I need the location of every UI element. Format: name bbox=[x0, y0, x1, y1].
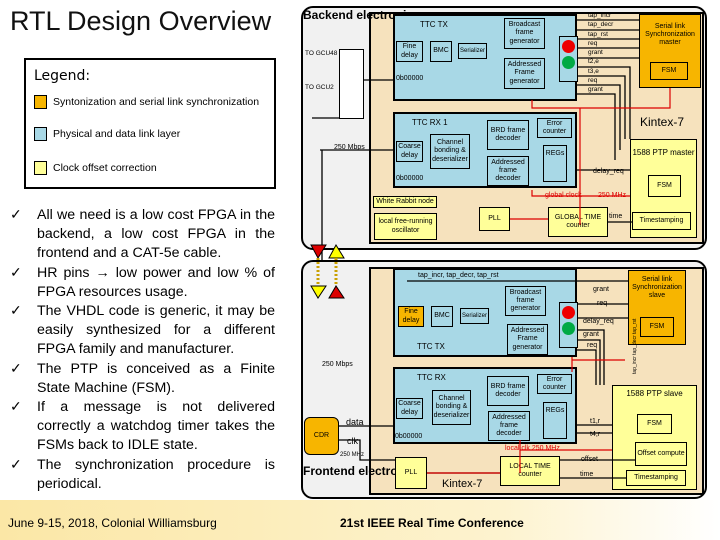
tap-bus-label: tap_incr, tap_decr, tap_rst bbox=[418, 272, 499, 279]
wiring bbox=[310, 19, 671, 479]
black-wires bbox=[312, 19, 639, 479]
cable-triangles bbox=[310, 243, 345, 299]
